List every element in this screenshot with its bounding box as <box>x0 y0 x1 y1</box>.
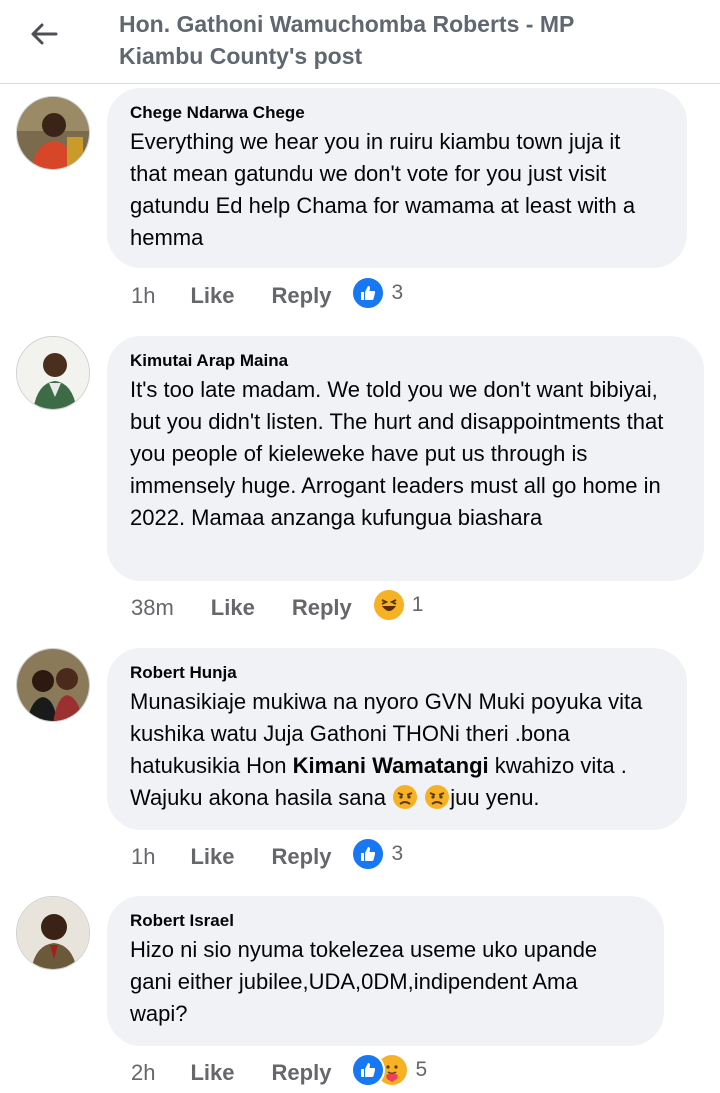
like-button[interactable]: Like <box>190 283 234 309</box>
comment-text-part: juu yenu. <box>450 785 540 810</box>
reply-button[interactable]: Reply <box>272 1060 332 1086</box>
reaction-summary[interactable]: 3 <box>351 276 403 310</box>
like-icon <box>351 276 386 310</box>
comment-actions: 38m Like Reply 1 <box>131 588 423 623</box>
avatar-photo-icon <box>17 897 89 969</box>
comment-actions: 2h Like Reply 5 <box>131 1053 427 1088</box>
reaction-summary[interactable]: 1 <box>371 588 424 622</box>
reaction-summary[interactable]: 5 <box>351 1053 427 1087</box>
reply-button[interactable]: Reply <box>272 283 332 309</box>
post-title-line1: Hon. Gathoni Wamuchomba Roberts - MP <box>119 11 575 37</box>
avatar-photo-icon <box>17 649 89 721</box>
avatar-photo-icon <box>17 97 89 169</box>
reaction-count: 3 <box>391 842 404 865</box>
angry-face-icon <box>425 785 450 809</box>
like-button[interactable]: Like <box>211 595 255 621</box>
post-title-line2: Kiambu County's post <box>119 43 363 69</box>
comment-time[interactable]: 2h <box>131 1060 155 1086</box>
comment-actions: 1h Like Reply 3 <box>131 276 403 311</box>
avatar[interactable] <box>16 896 90 970</box>
comment-text: Everything we hear you in ruiru kiambu t… <box>130 129 636 250</box>
post-title: Hon. Gathoni Wamuchomba Roberts - MP Kia… <box>119 8 709 72</box>
like-icon <box>351 837 386 871</box>
comment-author[interactable]: Robert Hunja <box>130 662 663 684</box>
avatar[interactable] <box>16 96 90 170</box>
avatar-photo-icon <box>17 337 89 409</box>
comment-text: It's too late madam. We told you we don'… <box>130 377 664 530</box>
reaction-count: 5 <box>415 1058 428 1081</box>
mentioned-name[interactable]: Kimani Wamatangi <box>293 753 489 778</box>
comment-bubble: Robert Israel Hizo ni sio nyuma tokeleze… <box>107 896 664 1046</box>
avatar[interactable] <box>16 648 90 722</box>
comment-author[interactable]: Robert Israel <box>130 910 640 932</box>
back-button[interactable] <box>22 16 66 52</box>
comment-actions: 1h Like Reply 3 <box>131 837 403 872</box>
comment-text: Hizo ni sio nyuma tokelezea useme uko up… <box>130 937 598 1026</box>
avatar[interactable] <box>16 336 90 410</box>
comment-time[interactable]: 1h <box>131 283 155 309</box>
post-header: Hon. Gathoni Wamuchomba Roberts - MP Kia… <box>0 0 720 84</box>
comment-time[interactable]: 1h <box>131 844 155 870</box>
reply-button[interactable]: Reply <box>292 595 352 621</box>
comment-bubble: Robert Hunja Munasikiaje mukiwa na nyoro… <box>107 648 687 830</box>
reaction-summary[interactable]: 3 <box>351 837 403 871</box>
reaction-count: 1 <box>411 593 424 616</box>
comment-author[interactable]: Chege Ndarwa Chege <box>130 102 663 124</box>
like-button[interactable]: Like <box>190 844 234 870</box>
reaction-count: 3 <box>391 281 404 304</box>
angry-face-icon <box>393 785 418 809</box>
comment-text: Munasikiaje mukiwa na nyoro GVN Muki poy… <box>130 686 663 814</box>
comment-bubble: Kimutai Arap Maina It's too late madam. … <box>107 336 704 581</box>
haha-icon <box>371 588 406 622</box>
like-button[interactable]: Like <box>190 1060 234 1086</box>
comment-time[interactable]: 38m <box>131 595 174 621</box>
comment-author[interactable]: Kimutai Arap Maina <box>130 350 680 372</box>
reply-button[interactable]: Reply <box>272 844 332 870</box>
back-arrow-icon <box>31 23 58 45</box>
comment-bubble: Chege Ndarwa Chege Everything we hear yo… <box>107 88 687 268</box>
